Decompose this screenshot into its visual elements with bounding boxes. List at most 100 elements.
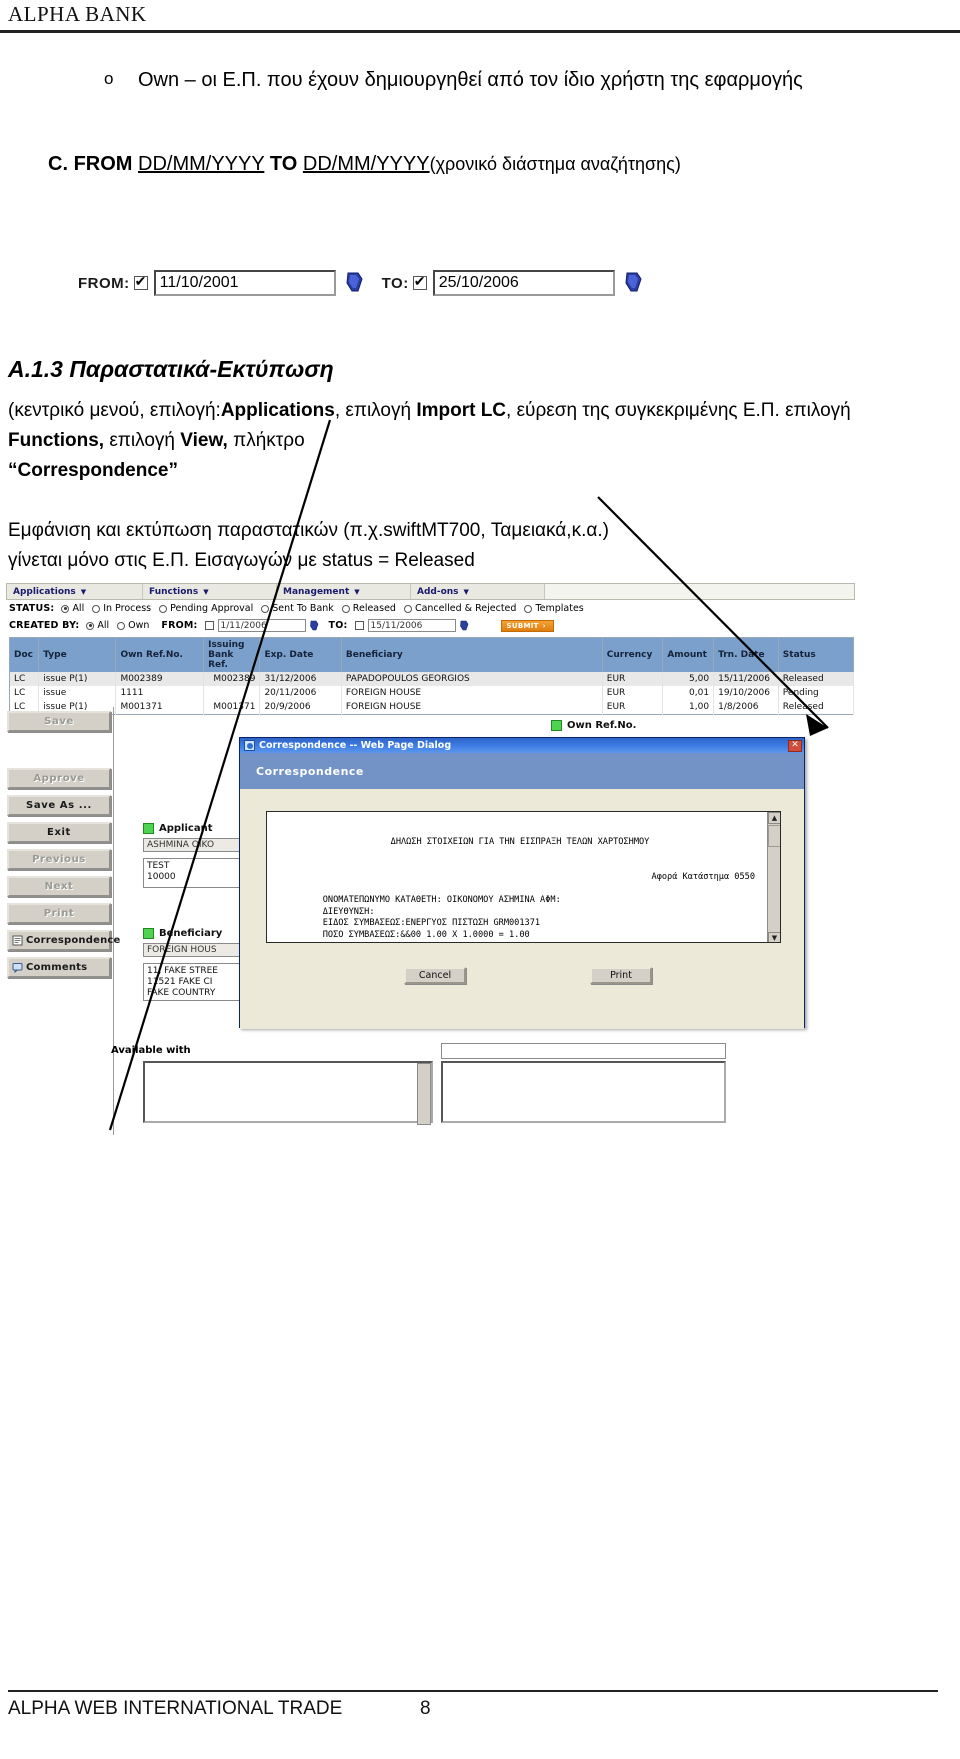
app-from-label: FROM: bbox=[161, 620, 198, 631]
radio-status-pending-approval[interactable] bbox=[159, 604, 168, 613]
from-date-input[interactable]: 11/10/2001 bbox=[153, 270, 336, 296]
cell-status: Released bbox=[778, 672, 855, 686]
app-from-date-input[interactable]: 1/11/2006 bbox=[217, 619, 306, 632]
available-with-scrollbar[interactable] bbox=[417, 1063, 431, 1125]
doc-line-4: ΔΙΕΥΘΥΝΣΗ: bbox=[322, 906, 375, 917]
col-exp-date[interactable]: Exp. Date bbox=[259, 637, 342, 672]
radio-status-cancelled-rejected[interactable] bbox=[403, 604, 412, 613]
save-button[interactable]: Save bbox=[7, 711, 111, 732]
createdby-option-all[interactable]: All bbox=[97, 620, 109, 631]
from-checkbox[interactable] bbox=[133, 273, 148, 290]
correspondence-button[interactable]: Correspondence bbox=[7, 930, 120, 951]
cell-amount: 0,01 bbox=[662, 686, 715, 700]
dialog-title-text: Correspondence -- Web Page Dialog bbox=[259, 740, 452, 751]
save-as-button[interactable]: Save As ... bbox=[7, 795, 111, 816]
menu-applications[interactable]: Applications ▼ bbox=[7, 584, 143, 599]
own-ref-label: Own Ref.No. bbox=[567, 720, 637, 731]
calendar-icon[interactable] bbox=[344, 271, 366, 295]
scroll-down-icon[interactable]: ▼ bbox=[768, 932, 780, 942]
col-issuing-ref[interactable]: Issuing Bank Ref. bbox=[203, 637, 261, 672]
menu-functions[interactable]: Functions ▼ bbox=[143, 584, 277, 599]
app-from-checkbox[interactable] bbox=[204, 621, 214, 630]
a13-seg4: επιλογή bbox=[104, 430, 181, 451]
beneficiary-panel: Beneficiary FOREIGN HOUS 11, FAKE STREE … bbox=[143, 928, 248, 1001]
radio-status-sent-to-bank[interactable] bbox=[261, 604, 270, 613]
col-amount[interactable]: Amount bbox=[662, 637, 715, 672]
advise-thru-bank-textarea[interactable] bbox=[441, 1061, 726, 1123]
doc-line-1: ΔΗΛΩΣΗ ΣΤΟΙΧΕΙΩΝ ΓΙΑ ΤΗΝ ΕΙΣΠΡΑΞΗ ΤΕΛΩΝ … bbox=[390, 837, 650, 848]
table-row[interactable]: LC issue 1111 20/11/2006 FOREIGN HOUSE E… bbox=[9, 686, 855, 700]
app-to-checkbox[interactable] bbox=[354, 621, 364, 630]
green-status-icon bbox=[143, 928, 154, 939]
col-trn-date[interactable]: Trn. Date bbox=[713, 637, 779, 672]
cell-exp-date: 31/12/2006 bbox=[259, 672, 342, 686]
radio-createdby-all[interactable] bbox=[86, 621, 95, 630]
applicant-title: Applicant bbox=[159, 823, 213, 834]
radio-status-templates[interactable] bbox=[524, 604, 533, 613]
radio-status-in-process[interactable] bbox=[92, 604, 101, 613]
close-icon[interactable]: ✕ bbox=[788, 739, 802, 752]
to-checkbox[interactable] bbox=[412, 273, 427, 290]
a13-kw-import-lc: Import LC bbox=[416, 400, 507, 421]
col-own-ref[interactable]: Own Ref.No. bbox=[115, 637, 205, 672]
col-currency[interactable]: Currency bbox=[602, 637, 664, 672]
own-ref-header: Own Ref.No. bbox=[551, 720, 636, 731]
createdby-option-own[interactable]: Own bbox=[128, 620, 149, 631]
status-option-pending-approval[interactable]: Pending Approval bbox=[170, 603, 253, 614]
radio-status-all[interactable] bbox=[61, 604, 70, 613]
status-option-all[interactable]: All bbox=[72, 603, 84, 614]
dialog-titlebar: Correspondence -- Web Page Dialog ✕ bbox=[240, 738, 804, 753]
status-option-in-process[interactable]: In Process bbox=[103, 603, 151, 614]
chevron-right-icon: › bbox=[542, 621, 546, 630]
print-button[interactable]: Print bbox=[7, 903, 111, 924]
exit-button[interactable]: Exit bbox=[7, 822, 111, 843]
table-row[interactable]: LC issue P(1) M002389 M002389 31/12/2006… bbox=[9, 672, 855, 686]
beneficiary-address-box[interactable]: 11, FAKE STREE 11521 FAKE CI FAKE COUNTR… bbox=[143, 963, 248, 1001]
advise-thru-bank-select[interactable] bbox=[441, 1043, 726, 1059]
status-option-cancelled-rejected[interactable]: Cancelled & Rejected bbox=[415, 603, 516, 614]
dialog-subheading: Correspondence bbox=[240, 753, 804, 789]
menu-management-label: Management bbox=[283, 586, 350, 597]
cancel-button[interactable]: Cancel bbox=[404, 967, 466, 984]
previous-button[interactable]: Previous bbox=[7, 849, 111, 870]
table-row[interactable]: LC issue P(1) M001371 M001371 20/9/2006 … bbox=[9, 700, 855, 715]
col-type[interactable]: Type bbox=[38, 637, 117, 672]
status-option-templates[interactable]: Templates bbox=[535, 603, 583, 614]
col-status[interactable]: Status bbox=[778, 637, 855, 672]
correspondence-button-label: Correspondence bbox=[26, 935, 121, 946]
beneficiary-name-field[interactable]: FOREIGN HOUS bbox=[143, 943, 248, 957]
calendar-icon[interactable] bbox=[623, 271, 645, 295]
scroll-up-icon[interactable]: ▲ bbox=[768, 812, 780, 824]
status-filter-label: STATUS: bbox=[9, 603, 55, 614]
cell-exp-date: 20/11/2006 bbox=[259, 686, 342, 700]
next-button[interactable]: Next bbox=[7, 876, 111, 897]
menu-addons[interactable]: Add-ons ▼ bbox=[411, 584, 545, 599]
header-divider bbox=[0, 30, 960, 33]
applicant-name-field[interactable]: ASHMINA OIKO bbox=[143, 838, 248, 852]
print-button[interactable]: Print bbox=[590, 967, 652, 984]
col-beneficiary[interactable]: Beneficiary bbox=[341, 637, 603, 672]
col-doc[interactable]: Doc bbox=[9, 637, 40, 672]
to-date-input[interactable]: 25/10/2006 bbox=[432, 270, 615, 296]
available-with-textarea[interactable] bbox=[143, 1061, 433, 1125]
submit-button[interactable]: SUBMIT › bbox=[500, 619, 554, 632]
a13-kw-functions: Functions, bbox=[8, 430, 105, 451]
radio-createdby-own[interactable] bbox=[117, 621, 126, 630]
beneficiary-title: Beneficiary bbox=[159, 928, 223, 939]
status-option-sent-to-bank[interactable]: Sent To Bank bbox=[272, 603, 334, 614]
scrollbar-thumb[interactable] bbox=[768, 825, 780, 847]
radio-status-released[interactable] bbox=[341, 604, 350, 613]
comments-button[interactable]: Comments bbox=[7, 957, 111, 978]
cell-exp-date: 20/9/2006 bbox=[259, 700, 342, 715]
app-to-date-input[interactable]: 15/11/2006 bbox=[367, 619, 456, 632]
calendar-icon[interactable] bbox=[309, 620, 320, 632]
cell-currency: EUR bbox=[602, 672, 664, 686]
approve-button[interactable]: Approve bbox=[7, 768, 111, 789]
cell-status: Released bbox=[778, 700, 855, 715]
document-scrollbar[interactable]: ▲ ▼ bbox=[767, 812, 780, 942]
calendar-icon[interactable] bbox=[459, 620, 470, 632]
menu-management[interactable]: Management ▼ bbox=[277, 584, 411, 599]
cell-currency: EUR bbox=[602, 700, 664, 715]
applicant-address-box[interactable]: TEST 10000 bbox=[143, 858, 248, 888]
status-option-released[interactable]: Released bbox=[353, 603, 396, 614]
